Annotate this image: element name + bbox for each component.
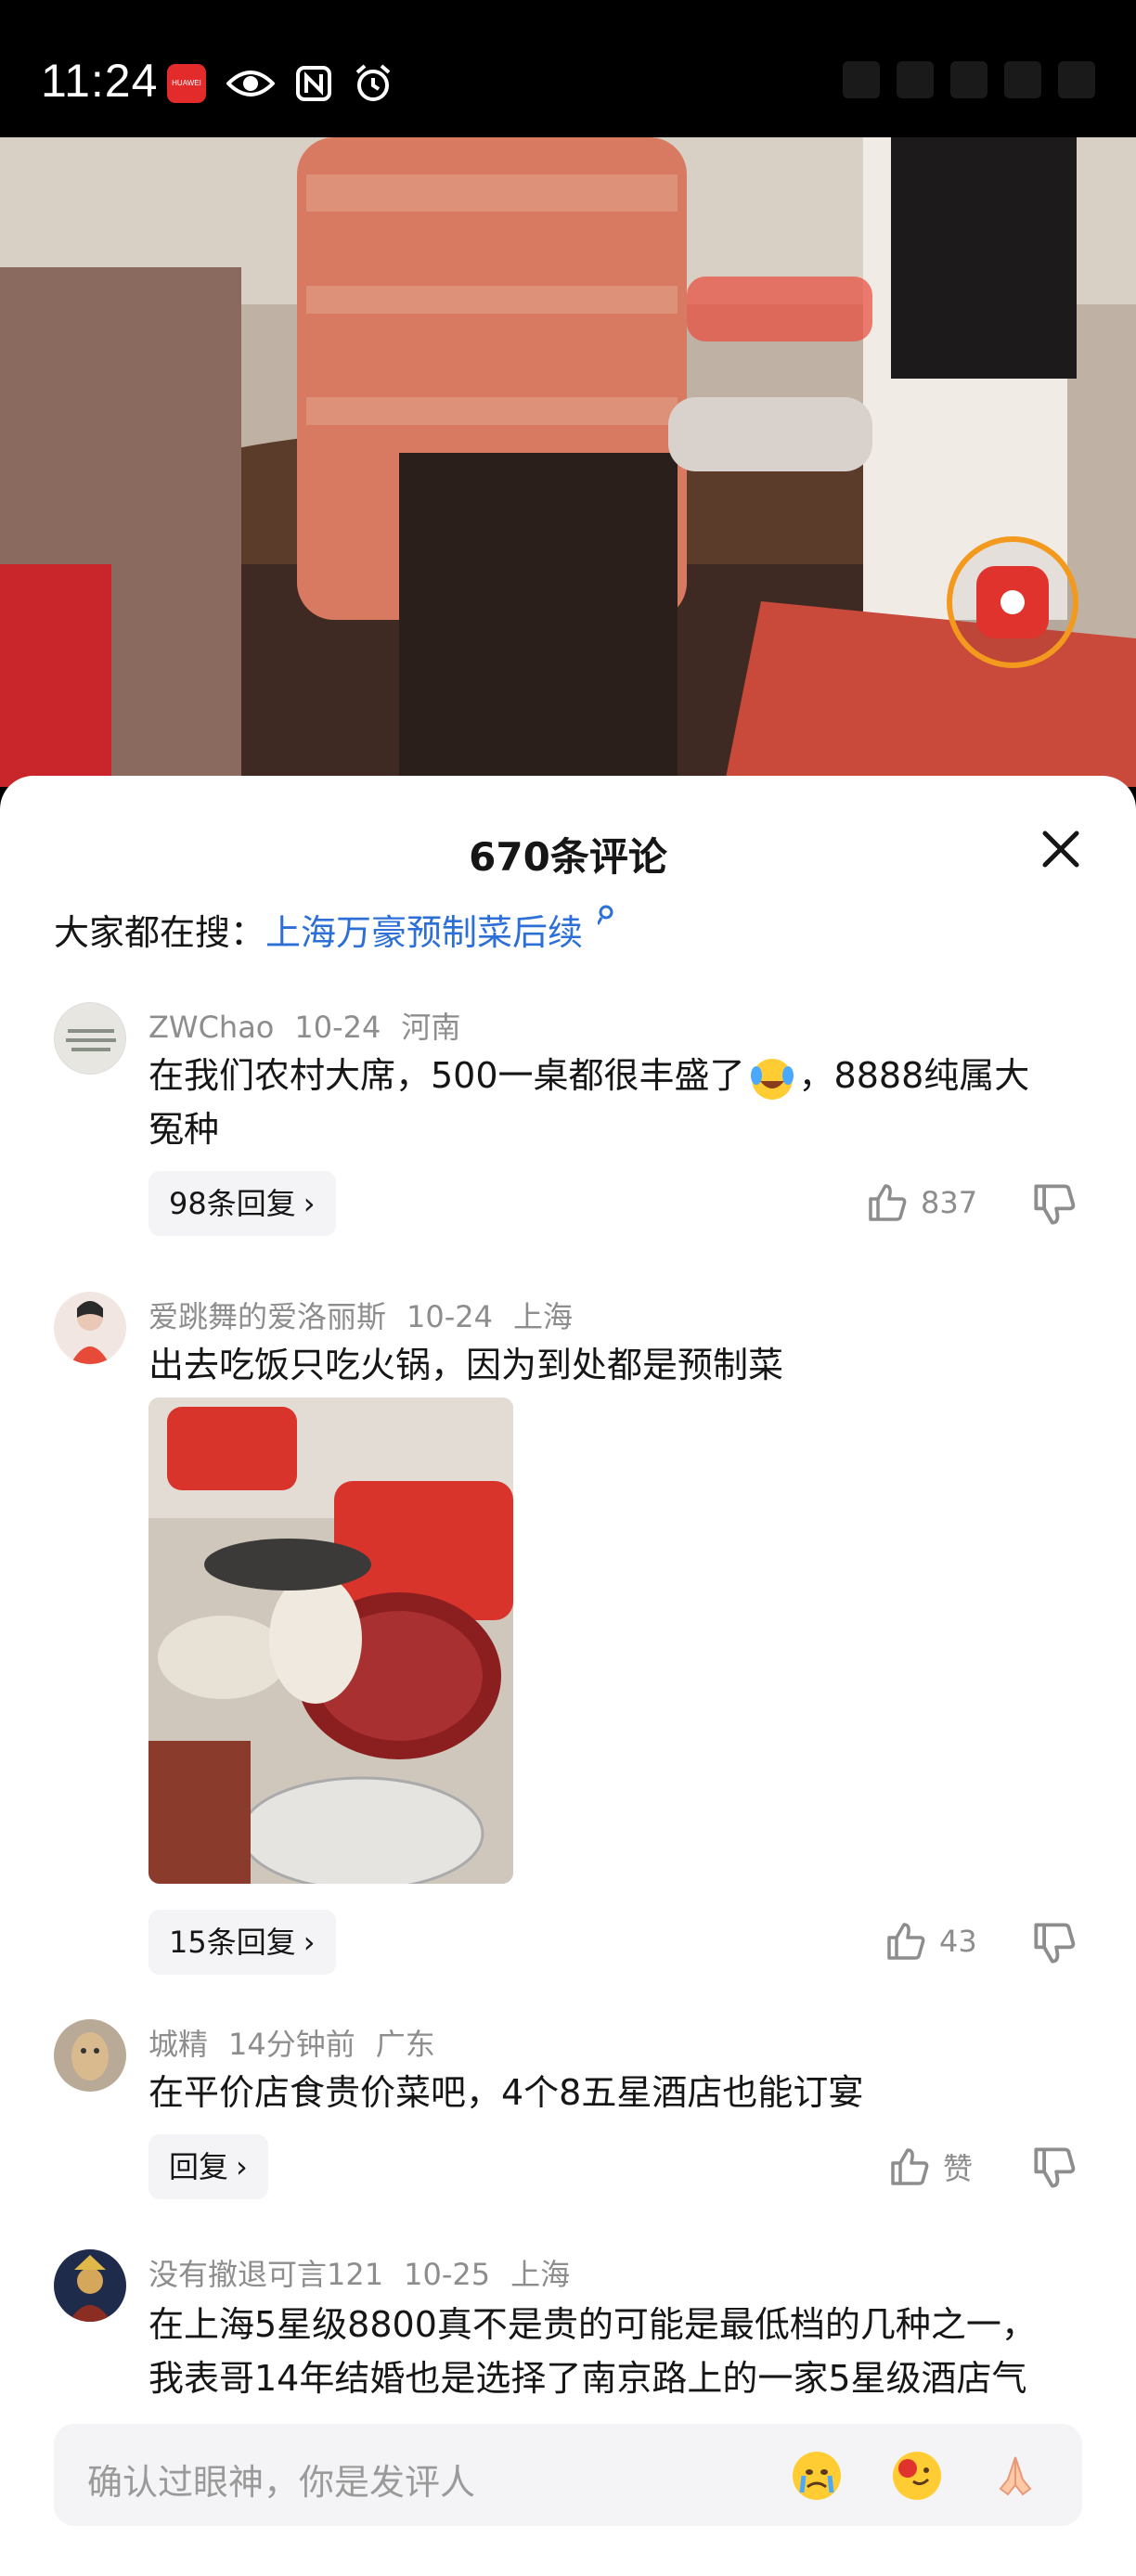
reply-button[interactable]: 回复 › bbox=[148, 2134, 268, 2199]
close-icon[interactable] bbox=[1039, 828, 1082, 870]
comment-count-title: 670条评论 bbox=[469, 834, 667, 880]
comment-date: 10-24 bbox=[407, 1299, 493, 1334]
comment-image[interactable] bbox=[148, 1397, 513, 1884]
thumbs-down-icon[interactable] bbox=[1032, 2145, 1077, 2190]
comment-date: 10-24 bbox=[294, 1010, 381, 1045]
like-button[interactable]: 43 bbox=[885, 1921, 977, 1962]
avatar[interactable] bbox=[54, 2019, 126, 2092]
status-right-icons bbox=[843, 61, 1095, 98]
comment-text: 在上海5星级8800真不是贵的可能是最低档的几种之一， 我表哥14年结婚也是选择… bbox=[148, 2298, 1095, 2405]
video-frame bbox=[0, 137, 1136, 787]
thumbs-up-icon bbox=[887, 1923, 925, 1960]
trending-search: 大家都在搜：上海万豪预制菜后续 bbox=[54, 904, 618, 955]
comment-username[interactable]: 城精 bbox=[148, 2027, 208, 2062]
comment-input[interactable]: 确认过眼神，你是发评人 bbox=[54, 2424, 1082, 2526]
reply-label: 回复 bbox=[169, 2149, 229, 2184]
chevron-right-icon: › bbox=[303, 1925, 316, 1960]
comment-text: 在平价店食贵价菜吧，4个8五星酒店也能订宴 bbox=[148, 2072, 864, 2113]
nfc-icon bbox=[296, 66, 331, 101]
comment-location: 上海 bbox=[513, 1299, 574, 1334]
avatar[interactable] bbox=[54, 2249, 126, 2322]
thumbs-down-icon[interactable] bbox=[1032, 1182, 1077, 1227]
like-button[interactable]: 837 bbox=[867, 1182, 977, 1223]
crying-laughing-emoji bbox=[750, 1058, 794, 1100]
red-envelope-icon bbox=[976, 566, 1049, 638]
comment-meta: 爱跳舞的爱洛丽斯 10-24 上海 bbox=[148, 1294, 593, 1336]
chevron-right-icon: › bbox=[303, 1186, 316, 1221]
avatar[interactable] bbox=[54, 1292, 126, 1364]
status-bar: 11:24 HUAWEI bbox=[0, 0, 1136, 137]
comment-text-line: 在我们农村大席，500一桌都很丰盛了 bbox=[148, 1055, 745, 1096]
comment-meta: ZWChao 10-24 河南 bbox=[148, 1004, 481, 1047]
like-count: 43 bbox=[939, 1924, 977, 1959]
comment-text-line: 冤种 bbox=[148, 1109, 220, 1150]
trending-search-label: 大家都在搜： bbox=[54, 912, 266, 953]
view-replies-button[interactable]: 15条回复 › bbox=[148, 1910, 336, 1975]
trending-search-link[interactable]: 上海万豪预制菜后续 bbox=[265, 912, 583, 953]
comment-location: 广东 bbox=[375, 2027, 435, 2062]
view-replies-button[interactable]: 98条回复 › bbox=[148, 1171, 336, 1236]
comment-text-line: ，8888纯属大 bbox=[798, 1055, 1030, 1096]
thumbs-down-icon[interactable] bbox=[1032, 1921, 1077, 1965]
comment-input-placeholder: 确认过眼神，你是发评人 bbox=[87, 2462, 476, 2503]
red-envelope-button[interactable] bbox=[947, 536, 1078, 668]
thumbs-up-icon bbox=[891, 2148, 929, 2185]
huawei-app-icon: HUAWEI bbox=[167, 64, 206, 103]
eye-icon bbox=[226, 71, 275, 97]
comment-text-line: 在上海5星级8800真不是贵的可能是最低档的几种之一， bbox=[148, 2304, 1037, 2345]
reply-count-label: 98条回复 bbox=[169, 1186, 296, 1221]
comment-date: 10-25 bbox=[404, 2257, 491, 2292]
alarm-icon bbox=[355, 64, 391, 101]
chevron-right-icon: › bbox=[236, 2149, 248, 2184]
search-icon bbox=[596, 905, 613, 925]
comment-text: 在我们农村大席，500一桌都很丰盛了 ，8888纯属大 冤种 bbox=[148, 1049, 1077, 1156]
status-icons: HUAWEI bbox=[167, 63, 394, 104]
like-count: 837 bbox=[921, 1185, 978, 1220]
comment-username[interactable]: 爱跳舞的爱洛丽斯 bbox=[148, 1299, 386, 1334]
comment-sheet: 670条评论 大家都在搜：上海万豪预制菜后续 ZWChao 10-24 河南 在我们… bbox=[0, 776, 1136, 2576]
avatar[interactable] bbox=[54, 1002, 126, 1075]
like-label: 赞 bbox=[943, 2151, 974, 2186]
comment-meta: 没有撤退可言121 10-25 上海 bbox=[148, 2251, 590, 2294]
comment-username[interactable]: ZWChao bbox=[148, 1010, 274, 1045]
reply-count-label: 15条回复 bbox=[169, 1925, 296, 1960]
video-player[interactable] bbox=[0, 137, 1136, 787]
comment-location: 上海 bbox=[510, 2257, 571, 2292]
comment-location: 河南 bbox=[401, 1010, 461, 1045]
crying-face-emoji[interactable] bbox=[793, 2452, 841, 2500]
comment-text-line: 我表哥14年结婚也是选择了南京路上的一家5星级酒店气 bbox=[148, 2358, 1027, 2399]
praying-hands-emoji[interactable] bbox=[991, 2452, 1039, 2500]
comment-date: 14分钟前 bbox=[228, 2027, 355, 2062]
rose-face-emoji[interactable] bbox=[893, 2452, 941, 2500]
comment-text: 出去吃饭只吃火锅，因为到处都是预制菜 bbox=[148, 1345, 784, 1385]
comment-meta: 城精 14分钟前 广东 bbox=[148, 2021, 456, 2064]
status-time: 11:24 bbox=[41, 55, 159, 107]
like-button[interactable]: 赞 bbox=[889, 2145, 973, 2188]
thumbs-up-icon bbox=[869, 1184, 907, 1221]
comment-username[interactable]: 没有撤退可言121 bbox=[148, 2257, 383, 2292]
